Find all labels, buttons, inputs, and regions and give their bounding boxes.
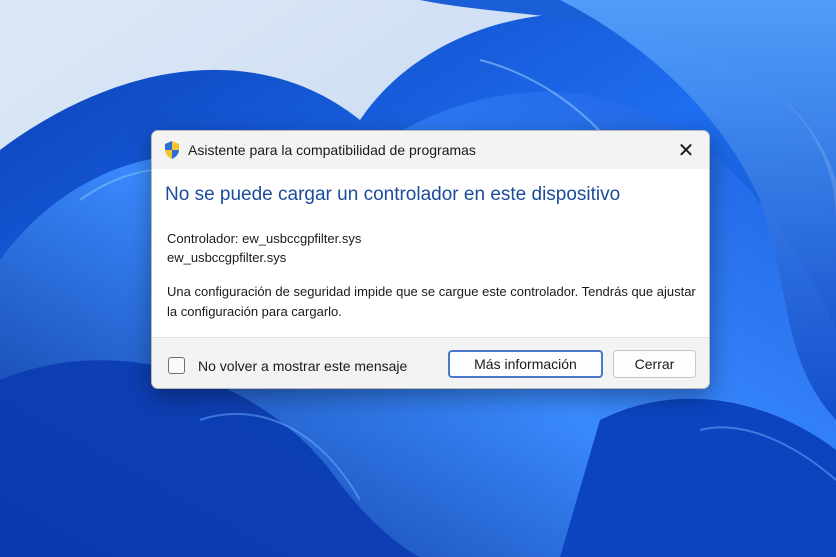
dont-show-again-label[interactable]: No volver a mostrar este mensaje: [198, 358, 407, 374]
close-icon[interactable]: ✕: [663, 131, 709, 169]
dialog-message: Una configuración de seguridad impide qu…: [167, 284, 696, 319]
more-info-button[interactable]: Más información: [448, 350, 603, 378]
shield-icon: [165, 141, 179, 159]
window-title: Asistente para la compatibilidad de prog…: [188, 142, 476, 158]
title-bar: Asistente para la compatibilidad de prog…: [152, 131, 709, 169]
driver-file-line: ew_usbccgpfilter.sys: [167, 250, 287, 265]
dont-show-again-checkbox[interactable]: [168, 357, 185, 374]
dialog-heading: No se puede cargar un controlador en est…: [165, 184, 621, 205]
compatibility-dialog: Asistente para la compatibilidad de prog…: [151, 130, 710, 389]
driver-line: Controlador: ew_usbccgpfilter.sys: [167, 231, 362, 246]
close-button[interactable]: Cerrar: [613, 350, 696, 378]
dialog-footer: No volver a mostrar este mensaje Más inf…: [152, 337, 709, 388]
dialog-content: No se puede cargar un controlador en est…: [152, 169, 709, 337]
